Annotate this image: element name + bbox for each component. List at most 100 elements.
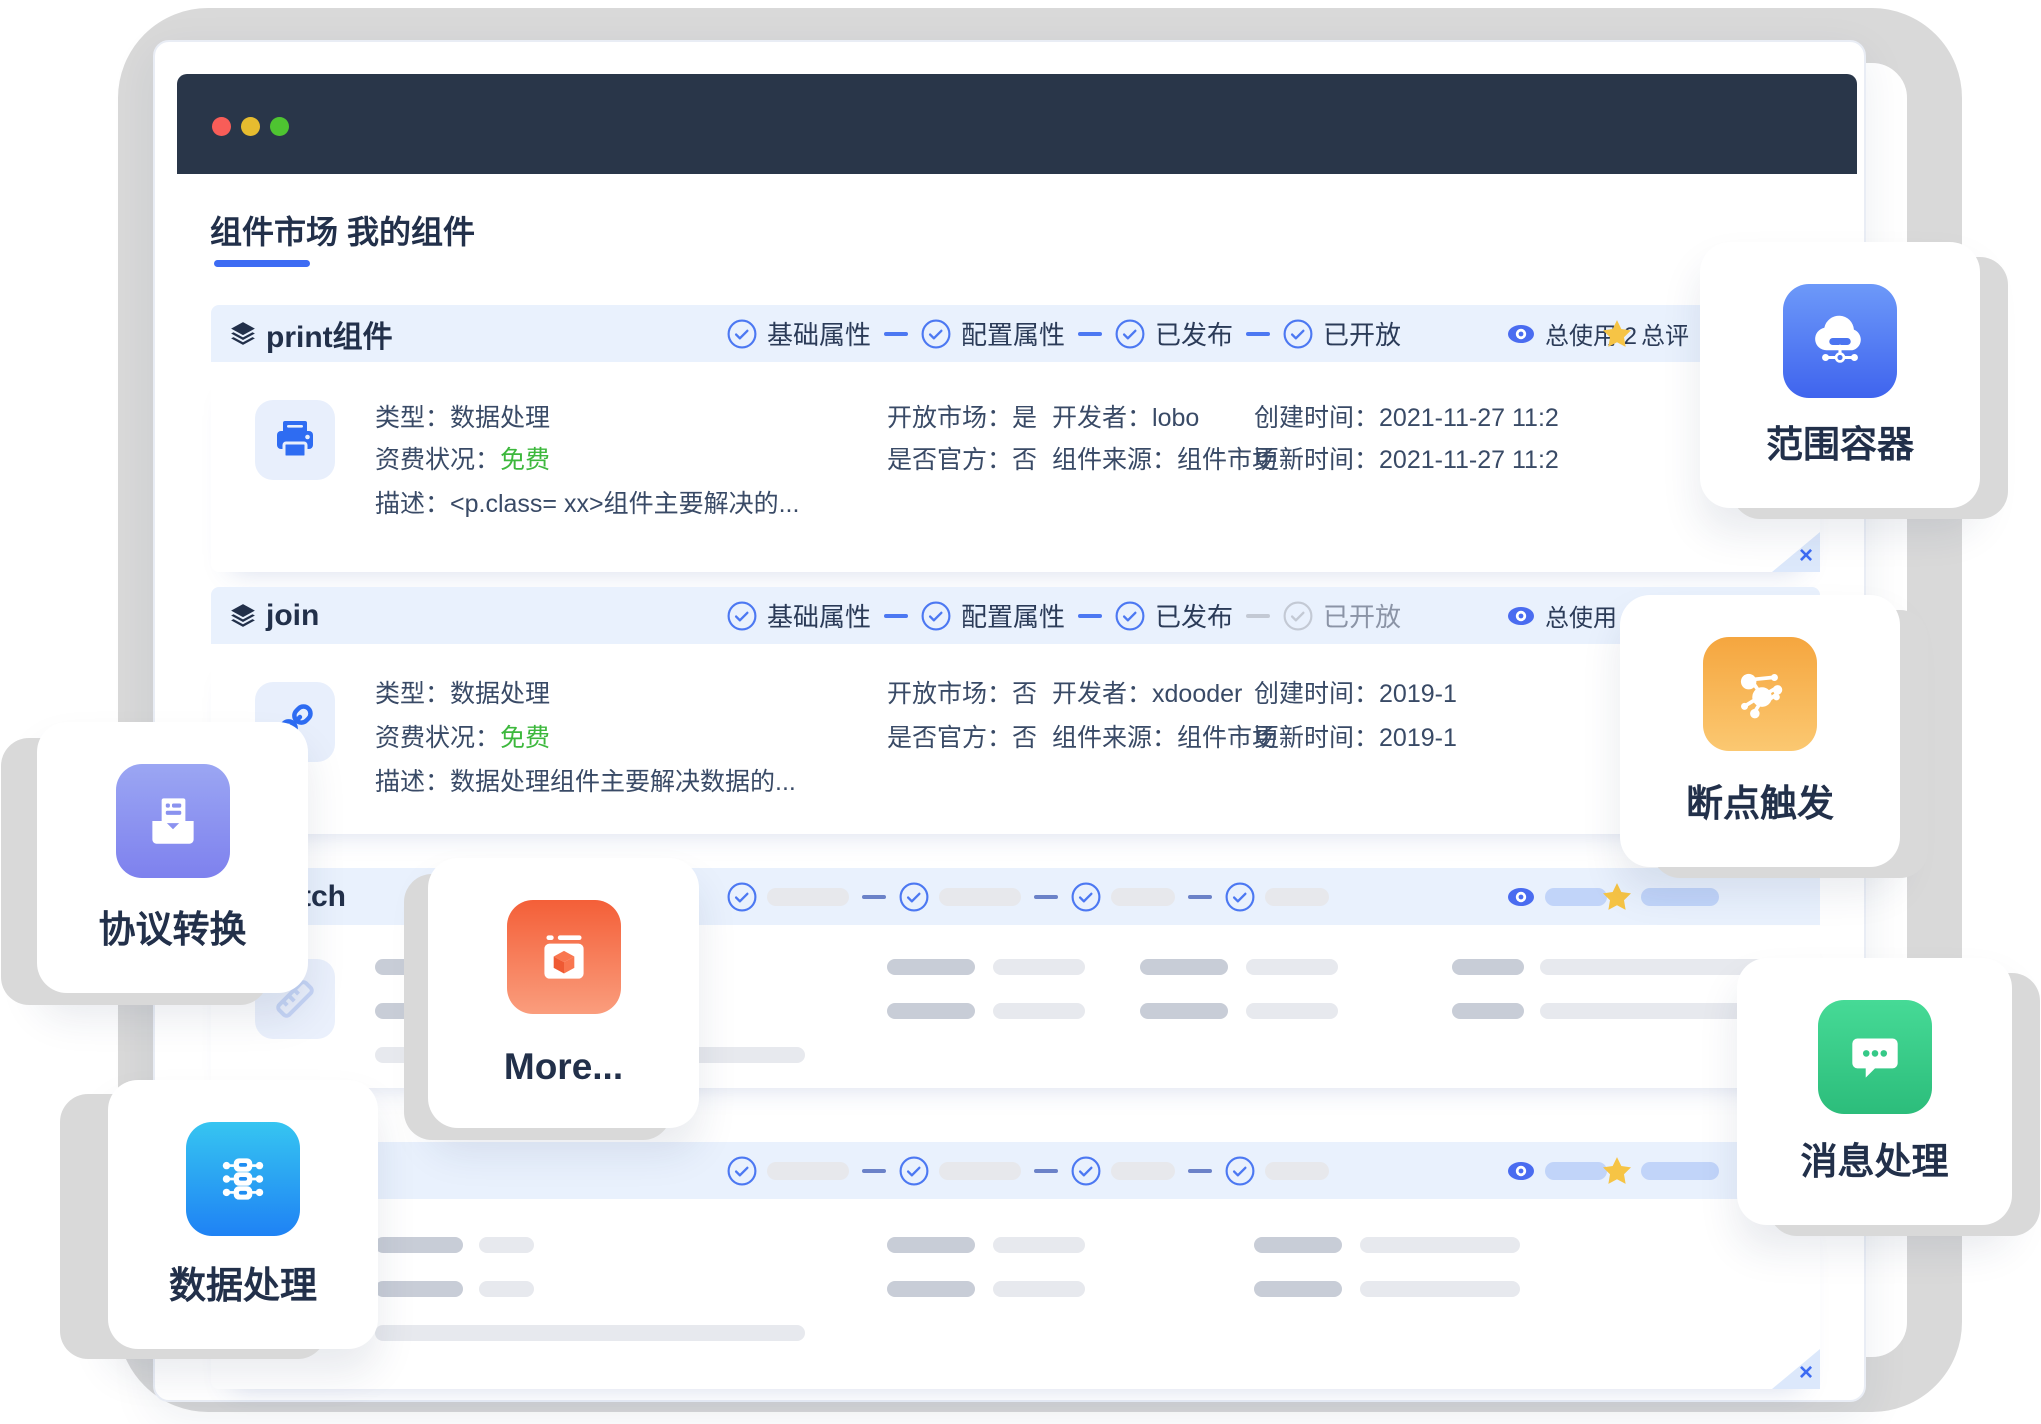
step-connector (862, 895, 886, 899)
step-connector (1188, 1169, 1212, 1173)
skeleton-pill (1111, 1162, 1175, 1180)
eye-icon (1507, 1161, 1535, 1181)
field-label: 描述： (375, 768, 450, 796)
skeleton-bar (479, 1237, 534, 1253)
floating-card-message-processing[interactable]: 消息处理 (1737, 958, 2012, 1225)
component-row-body: × (211, 1199, 1820, 1389)
field-value: <p.class= xx>组件主要解决的... (450, 490, 799, 518)
field-label: 组件来源： (1052, 446, 1177, 474)
check-circle-icon-inactive (1283, 601, 1313, 631)
skeleton-bar (1246, 1003, 1338, 1019)
field-label: 组件来源： (1052, 724, 1177, 752)
field-label: 资费状况： (375, 446, 500, 474)
status-steps: 基础属性 配置属性 已发布 已开放 (727, 305, 1401, 362)
component-name: join (266, 599, 319, 633)
window-titlebar (177, 74, 1857, 174)
skeleton-pill (1111, 888, 1175, 906)
floating-card-label: 范围容器 (1700, 414, 1980, 468)
field-value: 2019-1 (1379, 724, 1457, 752)
field-label: 类型： (375, 680, 450, 708)
molecule-icon (1703, 637, 1817, 751)
skeleton-bar (375, 1325, 805, 1341)
field-value: 2021-11-27 11:2 (1379, 404, 1559, 432)
component-row-header[interactable]: join 基础属性 配置属性 已发布 已开放 总使用 6 (211, 587, 1820, 644)
skeleton-bar (993, 1003, 1085, 1019)
check-circle-icon (899, 882, 929, 912)
component-icon-box (255, 400, 335, 480)
field-value: xdooder (1152, 680, 1242, 708)
skeleton-bar (1254, 1281, 1342, 1297)
floating-card-label: More... (428, 1046, 699, 1088)
field-value: 数据处理组件主要解决数据的... (450, 768, 796, 796)
skeleton-pill (1265, 1162, 1329, 1180)
chat-bubble-icon (1818, 1000, 1932, 1114)
field-label: 开放市场： (887, 404, 1012, 432)
field-label: 开发者： (1052, 404, 1152, 432)
skeleton-bar (887, 959, 975, 975)
field-label: 描述： (375, 490, 450, 518)
floating-card-data-processing[interactable]: 数据处理 (108, 1080, 378, 1349)
skeleton-bar (993, 959, 1085, 975)
active-tab-underline (214, 260, 310, 267)
field-value: 否 (1012, 446, 1037, 474)
rating-label: 总评 (1641, 316, 1689, 351)
skeleton-pill (1545, 888, 1607, 906)
check-circle-icon (1225, 882, 1255, 912)
floating-card-more[interactable]: More... (428, 858, 699, 1128)
field-value: lobo (1152, 404, 1199, 432)
step-connector (1034, 1169, 1058, 1173)
data-nodes-icon (186, 1122, 300, 1236)
skeleton-bar (887, 1003, 975, 1019)
browser-window: 组件市场 我的组件 print组件 基础属性 配置属性 已发布 已开放 (153, 40, 1866, 1402)
skeleton-bar (375, 1237, 463, 1253)
rating-skeleton (1603, 868, 1719, 925)
component-row-header[interactable]: print组件 基础属性 配置属性 已发布 已开放 总使用 2 总评 (211, 305, 1820, 362)
step-label: 配置属性 (961, 597, 1065, 634)
field-value: 数据处理 (450, 680, 550, 708)
floating-card-breakpoint-trigger[interactable]: 断点触发 (1620, 595, 1900, 867)
inbox-document-icon (116, 764, 230, 878)
floating-card-range-container[interactable]: 范围容器 (1700, 242, 1980, 508)
floating-card-protocol-conversion[interactable]: 协议转换 (37, 722, 308, 993)
collapse-corner-button[interactable]: × (1772, 532, 1820, 572)
status-steps-skeleton (727, 1142, 1329, 1199)
close-icon: × (1799, 1359, 1813, 1387)
step-label: 已开放 (1323, 597, 1401, 634)
cloud-server-icon (1783, 284, 1897, 398)
skeleton-pill (1265, 888, 1329, 906)
skeleton-bar (1140, 1003, 1228, 1019)
tab-my-components[interactable]: 我的组件 (347, 207, 475, 253)
check-circle-icon (1115, 601, 1145, 631)
tab-component-market[interactable]: 组件市场 (210, 207, 338, 253)
close-window-dot[interactable] (212, 117, 231, 136)
minimize-window-dot[interactable] (241, 117, 260, 136)
skeleton-bar (1254, 1237, 1342, 1253)
component-row-body: 类型：数据处理 资费状况：免费 描述：数据处理组件主要解决数据的... 开放市场… (211, 644, 1820, 834)
step-label: 配置属性 (961, 315, 1065, 352)
skeleton-pill (1641, 888, 1719, 906)
star-icon (1603, 320, 1631, 347)
step-connector (884, 614, 908, 618)
field-value: 数据处理 (450, 404, 550, 432)
component-row-print: print组件 基础属性 配置属性 已发布 已开放 总使用 2 总评 (211, 305, 1820, 572)
skeleton-pill (767, 888, 849, 906)
skeleton-bar (1246, 959, 1338, 975)
skeleton-bar (887, 1281, 975, 1297)
step-connector (862, 1169, 886, 1173)
field-label: 开发者： (1052, 680, 1152, 708)
eye-icon (1507, 887, 1535, 907)
skeleton-bar (1360, 1281, 1520, 1297)
eye-icon (1507, 606, 1535, 626)
collapse-corner-button[interactable]: × (1772, 1349, 1820, 1389)
maximize-window-dot[interactable] (270, 117, 289, 136)
step-label: 已发布 (1155, 597, 1233, 634)
component-name: print组件 (266, 312, 393, 356)
skeleton-bar (375, 1281, 463, 1297)
check-circle-icon (899, 1156, 929, 1186)
skeleton-bar (993, 1281, 1085, 1297)
check-circle-icon (921, 319, 951, 349)
component-row-header[interactable] (211, 1142, 1820, 1199)
field-label: 是否官方： (887, 446, 1012, 474)
step-label: 已开放 (1323, 315, 1401, 352)
field-value-free: 免费 (500, 724, 550, 752)
